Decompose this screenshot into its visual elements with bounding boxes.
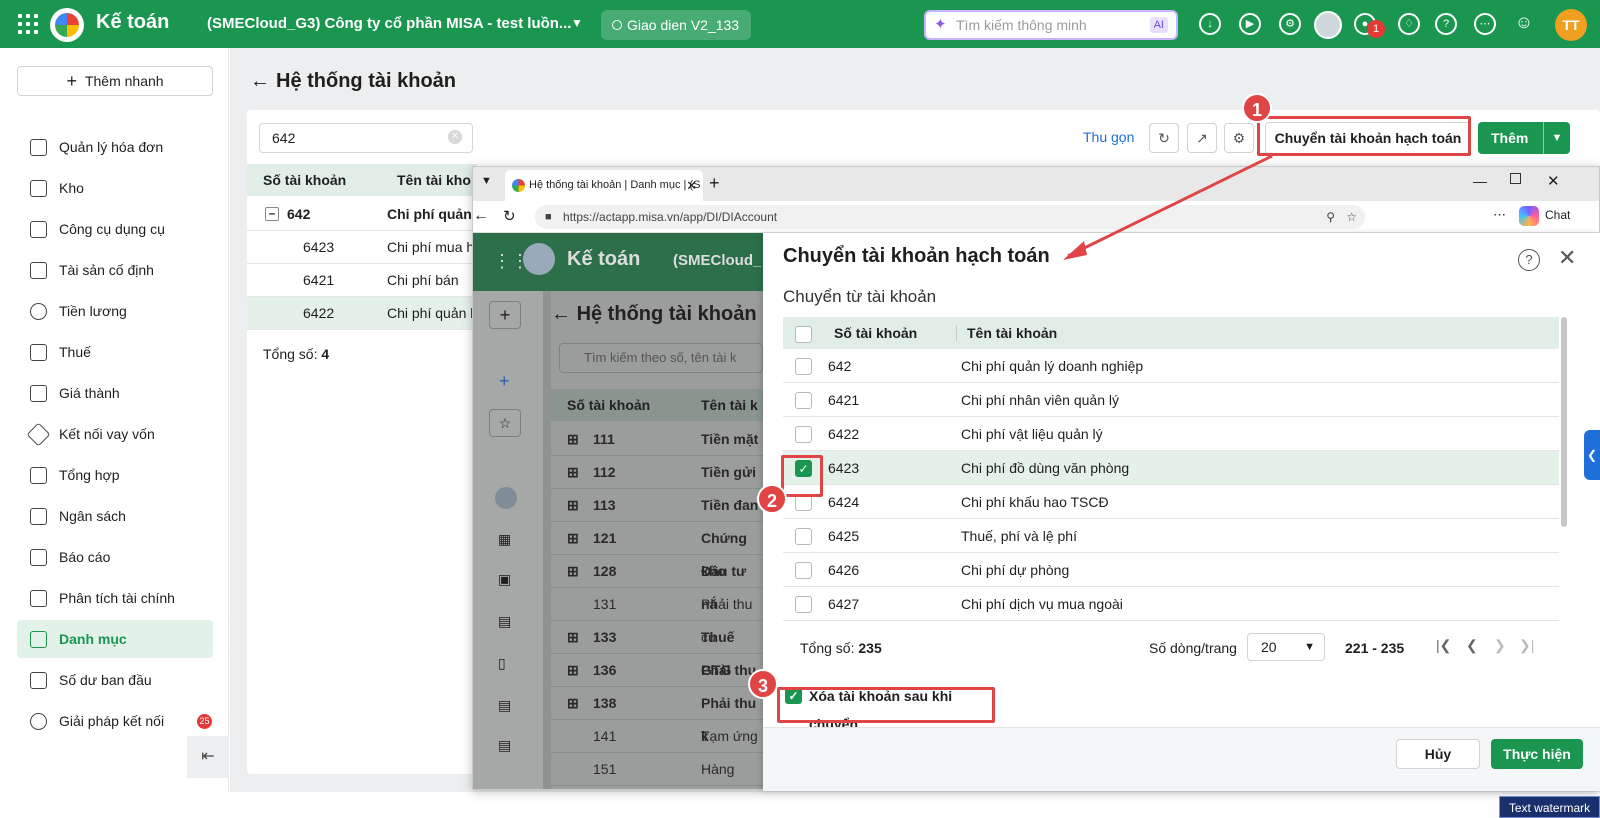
arrow-line <box>1067 154 1273 258</box>
step-2-badge: 2 <box>757 484 787 514</box>
arrow-head <box>1063 241 1087 260</box>
highlight-row-checkbox <box>781 455 823 497</box>
highlight-delete-checkbox <box>777 687 995 723</box>
watermark: Text watermark <box>1499 796 1600 818</box>
step-3-badge: 3 <box>748 669 778 699</box>
side-panel-toggle-icon[interactable]: ❮ <box>1584 430 1600 480</box>
